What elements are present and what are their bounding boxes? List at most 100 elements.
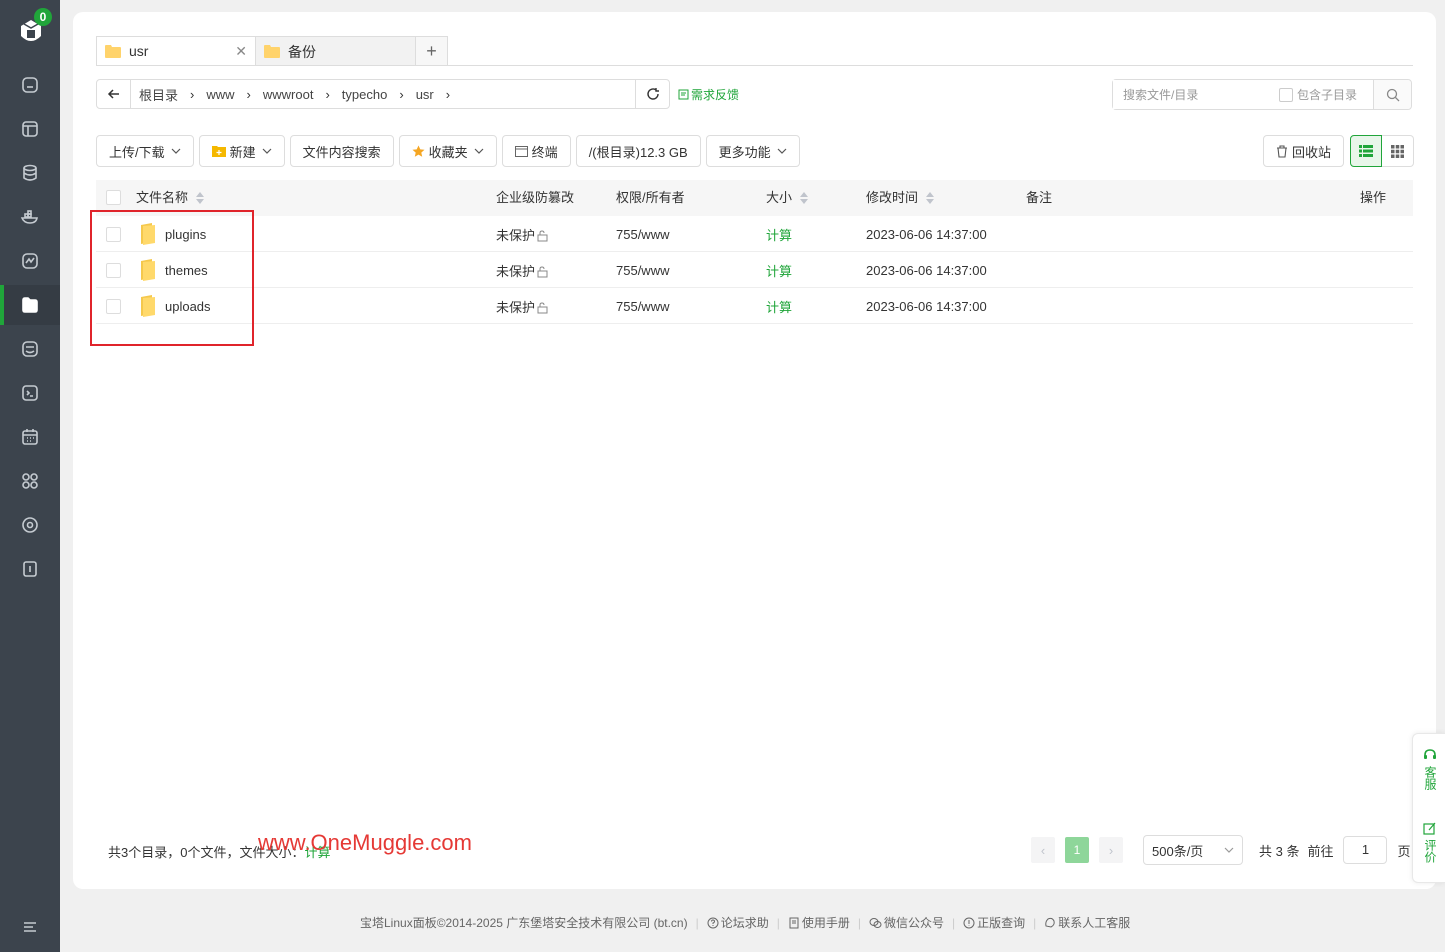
breadcrumb-item[interactable]: 根目录	[139, 85, 178, 104]
license-check-label: 正版查询	[977, 916, 1026, 930]
new-folder-icon	[211, 146, 226, 157]
monitor-icon[interactable]	[0, 241, 60, 281]
calc-size-link[interactable]: 计算	[766, 288, 792, 324]
calc-size-link[interactable]: 计算	[766, 252, 792, 288]
review-button[interactable]: 评价	[1413, 822, 1445, 863]
tab-backup[interactable]: 备份	[256, 36, 416, 66]
settings-icon[interactable]	[0, 505, 60, 545]
upload-download-button[interactable]: 上传/下载	[96, 135, 194, 167]
folder-icon	[105, 44, 121, 58]
table-row[interactable]: uploads 未保护 755/www 计算 2023-06-06 14:37:…	[96, 288, 1413, 324]
arrow-left-icon	[107, 89, 119, 99]
list-view-button[interactable]	[1350, 135, 1383, 167]
breadcrumb-item[interactable]: wwwroot	[263, 87, 314, 102]
column-protect-label: 企业级防篡改	[496, 190, 575, 205]
include-subdir-label: 包含子目录	[1297, 88, 1358, 102]
more-functions-button[interactable]: 更多功能	[705, 135, 800, 167]
chevron-right-icon: ›	[246, 86, 251, 102]
docker-icon[interactable]	[0, 197, 60, 237]
column-size[interactable]: 大小	[766, 180, 809, 216]
review-label: 评价	[1423, 839, 1437, 863]
headset-icon	[1423, 749, 1436, 759]
column-perm: 权限/所有者	[616, 180, 685, 216]
tab-label: usr	[129, 43, 149, 59]
wechat-link[interactable]: 微信公众号	[869, 914, 944, 931]
feedback-icon	[678, 89, 689, 100]
protect-status[interactable]: 未保护	[496, 288, 548, 324]
permission[interactable]: 755/www	[616, 288, 669, 324]
calc-size-link[interactable]: 计算	[766, 216, 792, 252]
apps-icon[interactable]	[0, 461, 60, 501]
search-button[interactable]	[1373, 80, 1411, 109]
chevron-down-icon	[777, 148, 787, 154]
breadcrumb-item[interactable]: usr	[416, 87, 434, 102]
grid-view-button[interactable]	[1382, 135, 1415, 167]
notification-badge[interactable]: 0	[34, 8, 52, 26]
wechat-icon	[869, 917, 882, 928]
search-icon	[1386, 88, 1399, 101]
website-icon[interactable]	[0, 109, 60, 149]
content-search-button[interactable]: 文件内容搜索	[289, 135, 394, 167]
terminal-icon	[514, 145, 528, 157]
forum-link[interactable]: 论坛求助	[707, 914, 769, 931]
path-bar: 根目录 › www › wwwroot › typecho › usr ›	[96, 79, 670, 109]
column-protect: 企业级防篡改	[496, 180, 574, 216]
breadcrumb-item[interactable]: typecho	[342, 87, 388, 102]
breadcrumb-item[interactable]: www	[206, 87, 234, 102]
column-mtime[interactable]: 修改时间	[866, 180, 935, 216]
files-icon[interactable]	[0, 285, 60, 325]
logout-icon[interactable]	[0, 549, 60, 589]
terminal-icon[interactable]	[0, 373, 60, 413]
help-icon	[707, 917, 719, 928]
menu-icon[interactable]	[0, 907, 60, 947]
include-subdir-checkbox[interactable]: 包含子目录	[1279, 86, 1357, 103]
disk-button[interactable]: /(根目录)12.3 GB	[575, 135, 701, 167]
page-number-current[interactable]: 1	[1065, 837, 1089, 863]
customer-service-button[interactable]: 客服	[1413, 748, 1445, 790]
tab-usr[interactable]: usr ✕	[96, 36, 256, 66]
recycle-bin-button[interactable]: 回收站	[1263, 135, 1345, 167]
sort-icon[interactable]	[800, 192, 809, 204]
contact-support-link[interactable]: 联系人工客服	[1044, 914, 1130, 931]
close-icon[interactable]: ✕	[235, 43, 247, 60]
divider: |	[695, 915, 699, 930]
next-page-button[interactable]: ›	[1099, 837, 1123, 863]
goto-page-input[interactable]: 1	[1343, 836, 1388, 864]
cron-icon[interactable]	[0, 417, 60, 457]
protect-status[interactable]: 未保护	[496, 216, 548, 252]
prev-page-button[interactable]: ‹	[1031, 837, 1055, 863]
permission[interactable]: 755/www	[616, 252, 669, 288]
trash-icon	[1277, 144, 1287, 158]
permission[interactable]: 755/www	[616, 216, 669, 252]
chevron-down-icon	[1224, 847, 1234, 853]
sort-icon[interactable]	[196, 192, 205, 204]
feedback-link[interactable]: 需求反馈	[678, 86, 739, 103]
select-all-checkbox[interactable]	[106, 190, 121, 205]
database-icon[interactable]	[0, 153, 60, 193]
page-size-select[interactable]: 500条/页	[1143, 835, 1243, 865]
table-row[interactable]: plugins 未保护 755/www 计算 2023-06-06 14:37:…	[96, 216, 1413, 252]
checkbox[interactable]	[1279, 87, 1293, 102]
home-icon[interactable]	[0, 65, 60, 105]
chevron-right-icon: ›	[399, 86, 404, 102]
unlock-icon	[537, 302, 548, 314]
back-button[interactable]	[97, 80, 131, 108]
add-tab-button[interactable]: +	[416, 36, 448, 66]
divider: |	[857, 915, 861, 930]
table-row[interactable]: themes 未保护 755/www 计算 2023-06-06 14:37:0…	[96, 252, 1413, 288]
manual-link[interactable]: 使用手册	[788, 914, 850, 931]
upload-download-label: 上传/下载	[109, 144, 165, 160]
page-size-value: 500条/页	[1152, 843, 1204, 859]
favorites-button[interactable]: 收藏夹	[398, 135, 497, 167]
license-check-link[interactable]: 正版查询	[963, 914, 1025, 931]
new-button[interactable]: 新建	[198, 135, 285, 167]
tab-label: 备份	[288, 43, 316, 60]
refresh-icon	[646, 88, 659, 100]
search-input[interactable]	[1113, 80, 1273, 109]
protect-status[interactable]: 未保护	[496, 252, 548, 288]
protect-status-label: 未保护	[496, 263, 536, 279]
logs-icon[interactable]	[0, 329, 60, 369]
refresh-button[interactable]	[635, 80, 669, 108]
sort-icon[interactable]	[926, 192, 935, 204]
terminal-button[interactable]: 终端	[501, 135, 571, 167]
